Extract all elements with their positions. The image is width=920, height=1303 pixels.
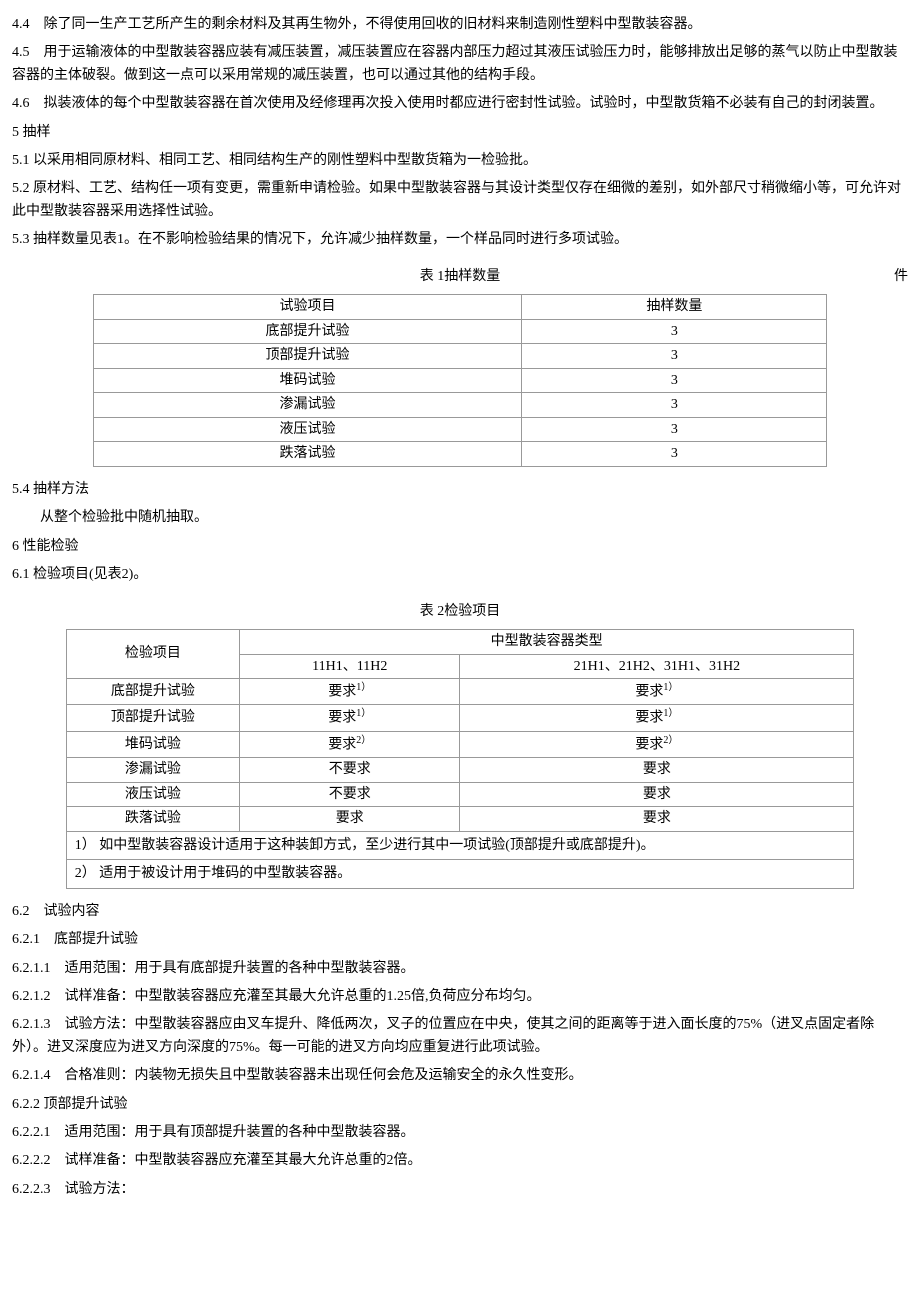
para-6-2: 6.2 试验内容 xyxy=(12,901,908,923)
table1-cell-item: 顶部提升试验 xyxy=(93,344,522,369)
table1-cell-item: 跌落试验 xyxy=(93,442,522,467)
table-row: 跌落试验3 xyxy=(93,442,827,467)
table1-cell-item: 渗漏试验 xyxy=(93,393,522,418)
para-4-4: 4.4 除了同一生产工艺所产生的剩余材料及其再生物外，不得使用回收的旧材料来制造… xyxy=(12,14,908,36)
para-6-2-1-4: 6.2.1.4 合格准则：内装物无损失且中型散装容器未出现任何会危及运输安全的永… xyxy=(12,1065,908,1087)
table2: 检验项目 中型散装容器类型 11H1、11H2 21H1、21H2、31H1、3… xyxy=(66,629,854,889)
table1: 试验项目 抽样数量 底部提升试验3顶部提升试验3堆码试验3渗漏试验3液压试验3跌… xyxy=(93,294,828,467)
section-5: 5 抽样 xyxy=(12,122,908,144)
footnote-ref-1: 1） xyxy=(663,682,678,693)
para-5-4-body: 从整个检验批中随机抽取。 xyxy=(12,507,908,529)
para-6-1: 6.1 检验项目(见表2)。 xyxy=(12,564,908,586)
footnote-ref-2: 2） xyxy=(663,735,678,746)
table1-cell-qty: 3 xyxy=(522,344,827,369)
table2-cell-col-a: 不要求 xyxy=(240,782,460,807)
para-6-2-1: 6.2.1 底部提升试验 xyxy=(12,929,908,951)
table1-cell-qty: 3 xyxy=(522,319,827,344)
para-5-4: 5.4 抽样方法 xyxy=(12,479,908,501)
table-row: 底部提升试验3 xyxy=(93,319,827,344)
table-row: 顶部提升试验要求1）要求1） xyxy=(66,705,853,731)
table2-cell-col-a: 要求2） xyxy=(240,731,460,757)
table1-caption: 表 1抽样数量 xyxy=(52,266,868,288)
table2-cell-col-a: 不要求 xyxy=(240,757,460,782)
footnote-ref-1: 1） xyxy=(663,708,678,719)
table1-cell-qty: 3 xyxy=(522,417,827,442)
para-6-2-1-2: 6.2.1.2 试样准备：中型散装容器应充灌至其最大允许总重的1.25倍,负荷应… xyxy=(12,986,908,1008)
table1-cell-item: 底部提升试验 xyxy=(93,319,522,344)
para-5-2: 5.2 原材料、工艺、结构任一项有变更，需重新申请检验。如果中型散装容器与其设计… xyxy=(12,178,908,223)
table2-cell-col-b: 要求1） xyxy=(460,705,854,731)
para-6-2-2-1: 6.2.2.1 适用范围：用于具有顶部提升装置的各种中型散装容器。 xyxy=(12,1122,908,1144)
para-5-1: 5.1 以采用相同原材料、相同工艺、相同结构生产的刚性塑料中型散货箱为一检验批。 xyxy=(12,150,908,172)
footnote-ref-1: 1） xyxy=(356,682,371,693)
section-6: 6 性能检验 xyxy=(12,536,908,558)
table1-header-qty: 抽样数量 xyxy=(522,294,827,319)
table1-caption-row: 表 1抽样数量 件 xyxy=(12,266,908,288)
para-6-2-2-3: 6.2.2.3 试验方法： xyxy=(12,1179,908,1201)
table2-cell-col-a: 要求1） xyxy=(240,705,460,731)
para-6-2-2-2: 6.2.2.2 试样准备：中型散装容器应充灌至其最大允许总重的2倍。 xyxy=(12,1150,908,1172)
table2-cell-col-b: 要求2） xyxy=(460,731,854,757)
footnote-ref-1: 1） xyxy=(356,708,371,719)
table1-cell-qty: 3 xyxy=(522,442,827,467)
table1-unit: 件 xyxy=(868,266,908,288)
table1-header-item: 试验项目 xyxy=(93,294,522,319)
table2-cell-item: 顶部提升试验 xyxy=(66,705,239,731)
table2-cell-col-b: 要求 xyxy=(460,782,854,807)
table2-cell-col-a: 要求1） xyxy=(240,679,460,705)
table2-header-item: 检验项目 xyxy=(66,630,239,679)
table-row: 堆码试验3 xyxy=(93,368,827,393)
table-row: 跌落试验要求要求 xyxy=(66,807,853,832)
table1-cell-item: 液压试验 xyxy=(93,417,522,442)
para-5-3: 5.3 抽样数量见表1。在不影响检验结果的情况下，允许减少抽样数量，一个样品同时… xyxy=(12,229,908,251)
table2-cell-item: 跌落试验 xyxy=(66,807,239,832)
para-6-2-2: 6.2.2 顶部提升试验 xyxy=(12,1094,908,1116)
table-row: 底部提升试验要求1）要求1） xyxy=(66,679,853,705)
table-row: 液压试验不要求要求 xyxy=(66,782,853,807)
table2-header-type: 中型散装容器类型 xyxy=(240,630,854,655)
table-row: 堆码试验要求2）要求2） xyxy=(66,731,853,757)
table2-cell-item: 底部提升试验 xyxy=(66,679,239,705)
table-row: 顶部提升试验3 xyxy=(93,344,827,369)
table-row: 渗漏试验3 xyxy=(93,393,827,418)
table1-cell-qty: 3 xyxy=(522,368,827,393)
table2-cell-col-a: 要求 xyxy=(240,807,460,832)
table2-cell-item: 液压试验 xyxy=(66,782,239,807)
table2-cell-item: 渗漏试验 xyxy=(66,757,239,782)
footnote-ref-2: 2） xyxy=(356,735,371,746)
para-6-2-1-1: 6.2.1.1 适用范围：用于具有底部提升装置的各种中型散装容器。 xyxy=(12,958,908,980)
table1-cell-qty: 3 xyxy=(522,393,827,418)
table2-header-col-b: 21H1、21H2、31H1、31H2 xyxy=(460,654,854,679)
table2-cell-item: 堆码试验 xyxy=(66,731,239,757)
table2-caption: 表 2检验项目 xyxy=(12,601,908,623)
para-6-2-1-3: 6.2.1.3 试验方法：中型散装容器应由叉车提升、降低两次，叉子的位置应在中央… xyxy=(12,1014,908,1059)
para-4-5: 4.5 用于运输液体的中型散装容器应装有减压装置，减压装置应在容器内部压力超过其… xyxy=(12,42,908,87)
table2-cell-col-b: 要求 xyxy=(460,757,854,782)
para-4-6: 4.6 拟装液体的每个中型散装容器在首次使用及经修理再次投入使用时都应进行密封性… xyxy=(12,93,908,115)
table2-caption-row: 表 2检验项目 xyxy=(12,601,908,623)
table2-cell-col-b: 要求 xyxy=(460,807,854,832)
table-row: 渗漏试验不要求要求 xyxy=(66,757,853,782)
table-row: 液压试验3 xyxy=(93,417,827,442)
table1-cell-item: 堆码试验 xyxy=(93,368,522,393)
table2-note-1: 1） 如中型散装容器设计适用于这种装卸方式，至少进行其中一项试验(顶部提升或底部… xyxy=(66,831,853,860)
table2-header-col-a: 11H1、11H2 xyxy=(240,654,460,679)
table2-cell-col-b: 要求1） xyxy=(460,679,854,705)
table2-note-2: 2） 适用于被设计用于堆码的中型散装容器。 xyxy=(66,860,853,889)
